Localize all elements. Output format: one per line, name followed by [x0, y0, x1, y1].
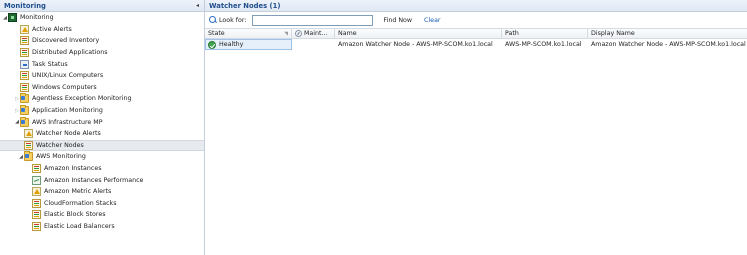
tree-item-label: Application Monitoring — [32, 107, 103, 115]
tree-item-label: Amazon Metric Alerts — [44, 188, 112, 196]
tree-item-label: Active Alerts — [32, 25, 72, 33]
tree-item-task-status[interactable]: Task Status — [0, 58, 204, 70]
search-toolbar: Look for: Find Now Clear — [205, 12, 747, 28]
look-for-text: Look for: — [219, 16, 247, 24]
performance-icon — [32, 175, 41, 185]
tree-item-amazon-instances[interactable]: Amazon Instances — [0, 163, 204, 175]
results-pane: Watcher Nodes (1) Look for: Find Now Cle… — [205, 0, 747, 255]
navigation-header: Monitoring ◂ — [0, 0, 204, 12]
display-name-cell[interactable]: Amazon Watcher Node - AWS-MP-SCOM.ko1.lo… — [588, 39, 747, 50]
tree-item-application-monitoring[interactable]: ▷ Application Monitoring — [0, 105, 204, 117]
tree-item-aws-infrastructure-mp[interactable]: ◢ AWS Infrastructure MP — [0, 116, 204, 128]
monitoring-icon — [8, 13, 17, 23]
maintenance-mode-icon — [295, 30, 302, 37]
clear-link[interactable]: Clear — [424, 17, 440, 24]
column-header-display-name[interactable]: Display Name — [588, 29, 747, 38]
tree-item-label: Elastic Block Stores — [44, 211, 106, 219]
column-header-state[interactable]: State ◥ — [205, 29, 292, 38]
tree-item-amazon-instances-performance[interactable]: Amazon Instances Performance — [0, 174, 204, 186]
column-header-maintenance-label: Maint... — [304, 30, 328, 37]
state-view-icon — [32, 210, 41, 220]
column-header-name[interactable]: Name — [335, 29, 502, 38]
navigation-title: Monitoring — [4, 1, 46, 10]
tree-item-agentless-exception-monitoring[interactable]: ▷ Agentless Exception Monitoring — [0, 93, 204, 105]
tree-item-label: Elastic Load Balancers — [44, 222, 115, 230]
grid-header: State ◥ Maint... Name Path Display Name — [205, 28, 747, 39]
state-view-icon — [32, 198, 41, 208]
navigation-tree: ◢ Monitoring Active Alerts Discovered Inven… — [0, 12, 204, 232]
name-cell[interactable]: Amazon Watcher Node - AWS-MP-SCOM.ko1.lo… — [335, 39, 502, 50]
tree-item-active-alerts[interactable]: Active Alerts — [0, 24, 204, 36]
folder-icon — [20, 105, 29, 116]
search-input[interactable] — [252, 14, 374, 26]
tree-item-amazon-metric-alerts[interactable]: Amazon Metric Alerts — [0, 186, 204, 198]
tree-item-watcher-nodes[interactable]: Watcher Nodes — [0, 139, 204, 152]
table-row[interactable]: Healthy Amazon Watcher Node - AWS-MP-SCO… — [205, 39, 747, 50]
alert-icon — [32, 187, 41, 197]
path-cell[interactable]: AWS-MP-SCOM.ko1.local — [502, 39, 588, 50]
tree-item-label: Discovered Inventory — [32, 37, 100, 45]
tree-item-label: AWS Infrastructure MP — [32, 118, 103, 126]
state-view-icon — [24, 140, 33, 150]
column-header-state-label: State — [208, 30, 225, 37]
results-header: Watcher Nodes (1) — [205, 0, 747, 12]
tree-item-label: Watcher Node Alerts — [36, 130, 101, 138]
tree-item-monitoring[interactable]: ◢ Monitoring — [0, 12, 204, 24]
maintenance-cell[interactable] — [292, 39, 335, 50]
tree-item-watcher-node-alerts[interactable]: Watcher Node Alerts — [0, 128, 204, 140]
state-view-icon — [20, 71, 29, 81]
tree-item-windows-computers[interactable]: Windows Computers — [0, 82, 204, 94]
find-now-button[interactable]: Find Now — [383, 17, 412, 24]
alert-icon — [24, 129, 33, 139]
state-cell[interactable]: Healthy — [205, 39, 292, 50]
state-view-icon — [32, 221, 41, 231]
tree-item-discovered-inventory[interactable]: Discovered Inventory — [0, 35, 204, 47]
look-for-label: Look for: — [209, 16, 246, 24]
search-icon — [209, 16, 217, 24]
tree-item-label: CloudFormation Stacks — [44, 199, 117, 207]
healthy-check-icon — [208, 40, 216, 49]
tree-item-label: Watcher Nodes — [36, 141, 84, 149]
column-header-path-label: Path — [505, 30, 519, 37]
folder-icon — [24, 151, 33, 162]
column-header-maintenance[interactable]: Maint... — [292, 29, 335, 38]
navigation-pane: Monitoring ◂ ◢ Monitoring Active Alerts Dis… — [0, 0, 205, 255]
collapse-pane-icon[interactable]: ◂ — [196, 2, 199, 9]
state-view-icon — [20, 82, 29, 92]
tree-item-label: Amazon Instances — [44, 165, 102, 173]
tree-item-label: Agentless Exception Monitoring — [32, 95, 132, 103]
tree-item-label: Monitoring — [20, 14, 54, 22]
column-header-display-name-label: Display Name — [591, 30, 635, 37]
tree-item-label: Amazon Instances Performance — [44, 176, 144, 184]
tree-item-aws-monitoring[interactable]: ◢ AWS Monitoring — [0, 151, 204, 163]
tree-item-distributed-applications[interactable]: Distributed Applications — [0, 47, 204, 59]
alert-icon — [20, 24, 29, 34]
folder-icon — [20, 93, 29, 104]
tree-item-label: Task Status — [32, 60, 68, 68]
tree-item-label: Windows Computers — [32, 83, 97, 91]
tree-item-label: Distributed Applications — [32, 49, 108, 57]
state-value: Healthy — [219, 41, 244, 48]
tree-item-unix-linux-computers[interactable]: UNIX/Linux Computers — [0, 70, 204, 82]
column-header-name-label: Name — [338, 30, 357, 37]
page-title: Watcher Nodes (1) — [209, 1, 281, 10]
sort-indicator-icon: ◥ — [284, 31, 288, 37]
tree-item-elastic-load-balancers[interactable]: Elastic Load Balancers — [0, 221, 204, 233]
folder-icon — [20, 116, 29, 127]
state-view-icon — [20, 48, 29, 58]
tree-item-label: AWS Monitoring — [36, 153, 86, 161]
task-icon — [20, 59, 29, 69]
tree-item-cloudformation-stacks[interactable]: CloudFormation Stacks — [0, 198, 204, 210]
state-view-icon — [20, 36, 29, 46]
tree-item-elastic-block-stores[interactable]: Elastic Block Stores — [0, 209, 204, 221]
tree-item-label: UNIX/Linux Computers — [32, 72, 104, 80]
state-view-icon — [32, 164, 41, 174]
column-header-path[interactable]: Path — [502, 29, 588, 38]
